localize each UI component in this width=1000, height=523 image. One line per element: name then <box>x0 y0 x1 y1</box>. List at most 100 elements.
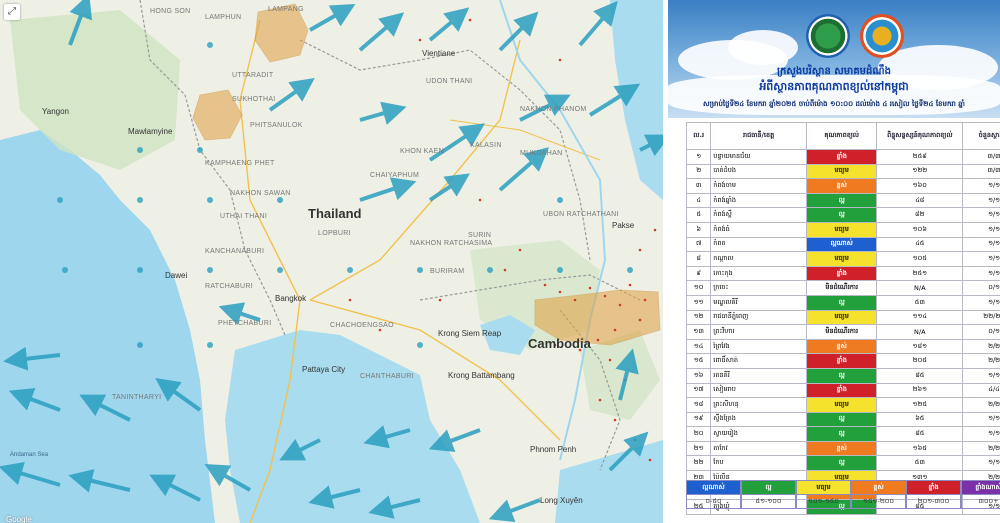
legend-range: ២០១-៣០០ <box>906 495 961 509</box>
row-stations: ០/១ <box>962 280 1000 296</box>
row-quality: មធ្យម <box>805 163 878 180</box>
map-label-lampang: LAMPANG <box>268 6 304 13</box>
air-quality-map[interactable]: ⤢ HONG SON LAMPHUN LAMPANG UTTARADIT SUKHOTH… <box>0 0 663 523</box>
row-index: ១៦០ <box>876 178 964 194</box>
row-province: ព្រៃវែង <box>710 338 807 355</box>
map-fullscreen-button[interactable]: ⤢ <box>4 4 20 20</box>
row-province: ព្រះសីហនុ <box>710 397 807 413</box>
row-province: កំពង់ឆ្នាំង <box>710 192 807 209</box>
table-row: ១០ ក្រចេះ មិនដំណើរការ N/A ០/១ <box>685 280 1000 296</box>
row-stations: ២/២ <box>962 338 1000 355</box>
table-row: ១៣ ព្រះវិហារ មិនដំណើរការ N/A ០/១ <box>685 324 1000 340</box>
legend-item: ល្អ ៥១-១០០ <box>741 480 796 509</box>
map-label-krong-siem-reap: Krong Siem Reap <box>438 329 502 338</box>
row-number: ១៩ <box>685 411 712 428</box>
panel-subtitle: សម្រាប់ថ្ងៃទី២៤ ខែមករា ឆ្នាំ២០២៥ ចាប់ពីម… <box>703 100 965 108</box>
table-row: ១៦ រតនគិរី ល្អ ៨៥ ១/១ <box>685 367 1000 384</box>
table-row: ៣កំពង់ចាម ខ្ពស់ ១៦០ ១/១ <box>685 178 1000 194</box>
row-number: ៤ <box>685 192 712 209</box>
map-label-google: Google <box>6 515 32 523</box>
row-stations: ១/១ <box>962 207 1000 223</box>
row-index: ២៦១ <box>876 382 964 399</box>
map-label-chanthaburi: CHANTHABURI <box>360 373 414 380</box>
panel-title-line2: អំពីស្ថានភាពគុណភាពខ្យល់នៅកម្ពុជា <box>759 80 909 93</box>
legend-range: ៥១-១០០ <box>741 495 796 509</box>
aqi-table: ល.រ រាជធានី/ខេត្ត គុណភាពខ្យល់ ពិន្ទុសន្ទ… <box>685 122 1000 515</box>
table-row: ៦កំពង់ធំ មធ្យម ១០៦ ១/១ <box>685 221 1000 238</box>
row-number: ៥ <box>685 207 712 223</box>
row-quality: មិនដំណើរការ <box>805 280 878 296</box>
legend-item: ល្អណាស់ ០-៥០ <box>686 480 741 509</box>
row-province: សៀមរាប <box>710 382 807 399</box>
row-quality: ល្អ <box>805 192 878 209</box>
row-quality: ល្អ <box>805 411 878 428</box>
legend-item: មធ្យម ១០១-១៥០ <box>796 480 851 509</box>
row-index: ៥៣ <box>876 294 964 311</box>
row-quality: មធ្យម <box>805 251 878 267</box>
row-stations: ២២/២៤ <box>962 309 1000 326</box>
row-index: ៤៥ <box>876 236 964 253</box>
row-quality: ល្អ <box>805 207 878 223</box>
map-label-nakhon-phanom: NAKHON PHANOM <box>520 106 587 113</box>
partner-logo <box>860 14 904 58</box>
row-province: កំពង់ធំ <box>710 221 807 238</box>
row-number: ១១ <box>685 294 712 311</box>
row-index: ៨៥ <box>876 426 964 442</box>
row-stations: ១/១ <box>962 251 1000 267</box>
row-number: ៣ <box>685 178 712 194</box>
table-row: ២១ តាកែវ ខ្ពស់ ១៦៥ ២/២ <box>685 440 1000 457</box>
table-row: ៧កំពត ល្អណាស់ ៤៥ ១/១ <box>685 236 1000 253</box>
map-label-pakse: Pakse <box>612 221 635 230</box>
row-quality: ល្អ <box>805 455 878 472</box>
legend-range: ០-៥០ <box>686 495 741 509</box>
map-label-vientiane: Vientiane <box>422 49 456 58</box>
row-stations: ១/១ <box>962 455 1000 472</box>
legend-item: ខ្លាំងណាស់ ៣០០+ <box>961 480 1000 509</box>
map-label-nakhon-ratchasima: NAKHON RATCHASIMA <box>410 240 493 247</box>
map-label-lamphun: LAMPHUN <box>205 14 242 21</box>
legend-item: ខ្ពស់ ១៥១-២០០ <box>851 480 906 509</box>
table-row: ២០ ស្វាយរៀង ល្អ ៨៥ ១/១ <box>685 426 1000 442</box>
row-index: ២៥៩ <box>876 149 964 165</box>
map-label-pattaya-city: Pattaya City <box>302 365 346 374</box>
row-number: ១៣ <box>685 324 712 340</box>
row-province: រាជធានីភ្នំពេញ <box>710 309 807 326</box>
legend-range: ៣០០+ <box>961 495 1000 509</box>
row-quality: មិនដំណើរការ <box>805 324 878 340</box>
row-quality: ខ្លាំង <box>805 382 878 399</box>
row-stations: ១/១ <box>962 294 1000 311</box>
header-index: ពិន្ទុសន្ទស្សន៍គុណភាពខ្យល់ <box>876 122 964 150</box>
table-row: ១៩ ស្ទឹងត្រែង ល្អ ៦៥ ១/១ <box>685 411 1000 428</box>
row-stations: ៣/៣ <box>962 163 1000 180</box>
row-stations: ១/១ <box>962 265 1000 282</box>
row-index: ១២២ <box>876 163 964 180</box>
map-label-buriram: BURIRAM <box>430 268 465 275</box>
legend-swatch: ល្អ <box>741 480 796 495</box>
table-row: ៩កោះកុង ខ្លាំង ២៥១ ១/១ <box>685 265 1000 282</box>
map-label-kanchanaburi: KANCHANABURI <box>205 248 265 255</box>
map-label-phetchaburi: PHETCHABURI <box>218 320 272 327</box>
row-stations: ១/១ <box>962 367 1000 384</box>
row-province: រតនគិរី <box>710 367 807 384</box>
row-province: បន្ទាយមានជ័យ <box>710 149 807 165</box>
row-stations: ២/២ <box>962 353 1000 369</box>
row-quality: ខ្លាំង <box>805 265 878 282</box>
row-number: ៧ <box>685 236 712 253</box>
row-stations: ៤/៤ <box>962 382 1000 399</box>
row-index: N/A <box>876 324 964 340</box>
table-row: ២២ កែប ល្អ ៥៣ ១/១ <box>685 455 1000 472</box>
legend-swatch: ល្អណាស់ <box>686 480 741 495</box>
row-stations: ០/១ <box>962 324 1000 340</box>
row-province: កោះកុង <box>710 265 807 282</box>
row-index: ២៥១ <box>876 265 964 282</box>
row-quality: ខ្លាំង <box>805 149 878 165</box>
map-label-chaiyaphum: CHAIYAPHUM <box>370 172 420 179</box>
row-number: ២ <box>685 163 712 180</box>
aqi-report-panel: ក្រសួងបរិស្ថាន សមាគមដំណឹង អំពីស្ថានភាពគុ… <box>668 0 1000 523</box>
row-number: ១៥ <box>685 353 712 369</box>
map-label-long-xuy-n: Long Xuyên <box>540 496 583 505</box>
header-province: រាជធានី/ខេត្ត <box>710 122 807 150</box>
row-index: ១០៥ <box>876 251 964 267</box>
row-province: ពោធិ៍សាត់ <box>710 353 807 369</box>
row-province: ស្វាយរៀង <box>710 426 807 442</box>
